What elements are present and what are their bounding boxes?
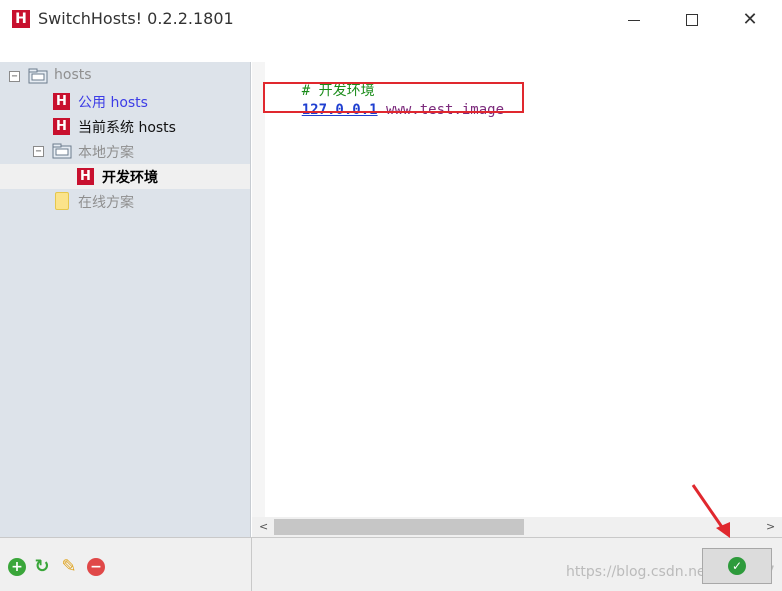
maximize-button[interactable] [669, 0, 715, 40]
title-bar: H SwitchHosts! 0.2.2.1801 ✕ [0, 0, 782, 40]
tree-item-dev-env[interactable]: H 开发环境 [0, 164, 250, 189]
annotation-arrow-icon [691, 484, 730, 538]
minimize-button[interactable] [611, 0, 657, 40]
hosts-tree-sidebar: − hosts H 公用 hosts H 当前系统 hosts − 本地方案 H… [0, 62, 251, 537]
scrollbar-thumb[interactable] [274, 519, 524, 535]
toolbar-divider [251, 538, 252, 591]
tree-item-label: 在线方案 [78, 195, 134, 211]
editor-gutter [252, 62, 265, 517]
tree-item-label: 本地方案 [78, 145, 134, 161]
edit-pencil-icon[interactable]: ✎ [60, 558, 78, 576]
check-icon: ✓ [728, 557, 746, 575]
add-icon[interactable]: + [8, 558, 26, 576]
tree-item-label: 开发环境 [102, 170, 158, 186]
collapse-icon[interactable]: − [9, 71, 20, 82]
tree-item-online-schemes[interactable]: 在线方案 [0, 189, 250, 214]
online-note-icon [55, 192, 69, 210]
tree-item-label: 当前系统 hosts [78, 120, 176, 136]
tree-item-label: 公用 hosts [78, 95, 148, 111]
hosts-editor[interactable]: # 开发环境 127.0.0.1 www.test.image [252, 62, 782, 517]
hosts-file-icon: H [77, 168, 94, 185]
hosts-file-icon: H [53, 93, 70, 110]
apply-button[interactable]: ✓ [702, 548, 772, 584]
annotation-highlight-box [263, 82, 524, 113]
minimize-icon [628, 19, 640, 21]
tree-item-local-schemes[interactable]: − 本地方案 [0, 139, 250, 164]
refresh-icon[interactable]: ↻ [33, 558, 51, 576]
tree-item-hosts-root[interactable]: − hosts [0, 64, 250, 89]
close-icon: ✕ [742, 9, 758, 30]
scroll-right-arrow-icon[interactable]: > [766, 520, 775, 533]
folder-icon [28, 68, 48, 84]
tree-item-common-hosts[interactable]: H 公用 hosts [0, 89, 250, 114]
app-logo-icon: H [12, 10, 30, 28]
bottom-toolbar: + ↻ ✎ − https://blog.csdn.net/GuiSu97 ✓ [0, 537, 782, 591]
close-button[interactable]: ✕ [727, 0, 773, 40]
remove-icon[interactable]: − [87, 558, 105, 576]
maximize-icon [686, 14, 698, 26]
tree-item-system-hosts[interactable]: H 当前系统 hosts [0, 114, 250, 139]
tree-item-label: hosts [54, 67, 92, 83]
collapse-icon[interactable]: − [33, 146, 44, 157]
window-title: SwitchHosts! 0.2.2.1801 [38, 9, 234, 28]
hosts-file-icon: H [53, 118, 70, 135]
scroll-left-arrow-icon[interactable]: < [259, 520, 268, 533]
folder-icon [52, 143, 72, 159]
